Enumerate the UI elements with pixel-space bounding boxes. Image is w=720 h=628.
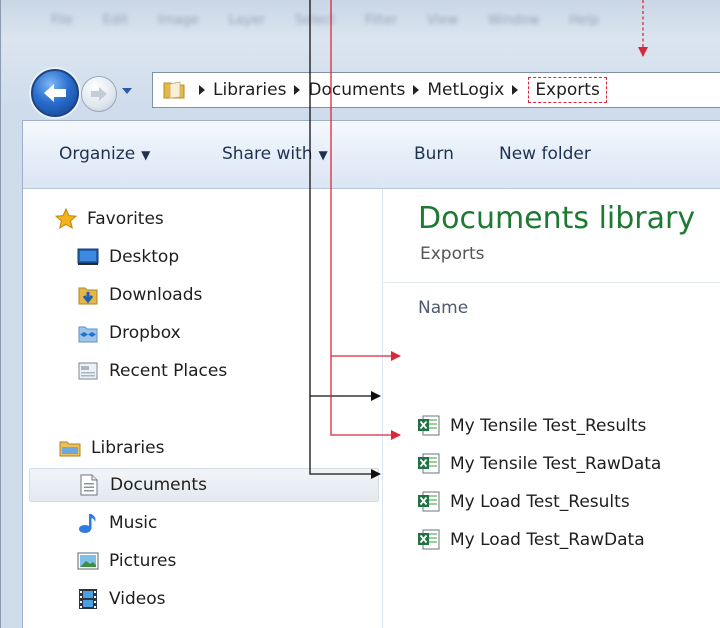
blurred-menu-bar: File Edit Image Layer Select Filter View… <box>31 0 720 40</box>
nav-pictures-label: Pictures <box>109 551 177 571</box>
file-name: My Tensile Test_Results <box>450 416 647 436</box>
folder-icon <box>157 73 191 107</box>
address-bar[interactable]: Libraries Documents MetLogix Exports <box>152 72 720 108</box>
breadcrumb-arrow-icon[interactable] <box>405 73 427 107</box>
file-row[interactable]: My Load Test_RawData <box>417 525 645 555</box>
breadcrumb-exports[interactable]: Exports <box>528 77 607 103</box>
nav-downloads-label: Downloads <box>109 285 203 305</box>
nav-videos[interactable]: Videos <box>77 582 166 616</box>
nav-desktop[interactable]: Desktop <box>77 240 179 274</box>
menu-item: Help <box>569 12 599 28</box>
video-film-icon <box>77 588 99 610</box>
nav-favorites[interactable]: Favorites <box>55 202 164 236</box>
downloads-icon <box>77 284 99 306</box>
organize-label: Organize <box>59 144 136 164</box>
breadcrumb-arrow-icon[interactable] <box>191 73 213 107</box>
excel-file-icon <box>418 415 440 436</box>
column-header-name[interactable]: Name <box>418 298 468 318</box>
organize-button[interactable]: Organize ▼ <box>59 144 150 164</box>
menu-item: File <box>51 12 73 28</box>
navigation-pane: Favorites Desktop Downloads Dropbox Rece… <box>23 189 383 628</box>
breadcrumb-libraries[interactable]: Libraries <box>213 80 286 100</box>
nav-music[interactable]: Music <box>77 506 157 540</box>
nav-music-label: Music <box>109 513 158 533</box>
dropbox-icon <box>77 322 99 344</box>
arrow-left-icon <box>44 84 66 102</box>
content-pane: Documents library Exports Name My Tensil… <box>383 189 720 628</box>
command-bar: Organize ▼ Share with ▼ Burn New folder <box>23 121 720 189</box>
nav-favorites-label: Favorites <box>87 209 164 229</box>
nav-recent-places-label: Recent Places <box>109 361 228 381</box>
menu-item: Select <box>294 12 336 28</box>
caret-down-icon: ▼ <box>141 148 151 162</box>
breadcrumb-arrow-icon[interactable] <box>286 73 308 107</box>
nav-pictures[interactable]: Pictures <box>77 544 176 578</box>
nav-libraries-label: Libraries <box>91 438 165 458</box>
breadcrumb-metlogix[interactable]: MetLogix <box>427 80 504 100</box>
share-with-label: Share with <box>222 144 313 164</box>
menu-item: Layer <box>228 12 265 28</box>
star-icon <box>55 208 77 230</box>
desktop-icon <box>77 246 99 268</box>
menu-item: Filter <box>365 12 398 28</box>
menu-item: Edit <box>102 12 128 28</box>
breadcrumb-documents[interactable]: Documents <box>308 80 405 100</box>
explorer-window: Organize ▼ Share with ▼ Burn New folder Fa… <box>22 120 720 628</box>
nav-documents[interactable]: Documents <box>29 468 379 502</box>
nav-recent-places[interactable]: Recent Places <box>77 354 227 388</box>
menu-item: View <box>427 12 459 28</box>
file-row[interactable]: My Tensile Test_RawData <box>417 449 661 479</box>
file-name: My Load Test_Results <box>450 492 630 512</box>
menu-item: Window <box>488 12 540 28</box>
recent-places-icon <box>77 360 99 382</box>
music-note-icon <box>77 512 99 534</box>
recent-pages-dropdown[interactable] <box>120 84 134 98</box>
excel-file-icon <box>418 529 440 550</box>
library-subtitle: Exports <box>420 244 485 264</box>
library-title: Documents library <box>418 201 696 236</box>
picture-icon <box>77 550 99 572</box>
breadcrumb-arrow-icon[interactable] <box>504 73 526 107</box>
caret-down-icon: ▼ <box>318 148 328 162</box>
nav-documents-label: Documents <box>110 475 207 495</box>
nav-videos-label: Videos <box>109 589 166 609</box>
nav-dropbox[interactable]: Dropbox <box>77 316 181 350</box>
nav-dropbox-label: Dropbox <box>109 323 181 343</box>
document-icon <box>78 474 100 496</box>
file-row[interactable]: My Tensile Test_Results <box>417 411 646 441</box>
menu-item: Image <box>157 12 199 28</box>
file-row[interactable]: My Load Test_Results <box>417 487 630 517</box>
chevron-down-icon <box>122 88 132 94</box>
arrow-right-icon <box>91 87 107 101</box>
forward-button[interactable] <box>81 76 117 112</box>
excel-file-icon <box>418 453 440 474</box>
file-name: My Tensile Test_RawData <box>450 454 662 474</box>
new-folder-button[interactable]: New folder <box>499 144 591 164</box>
header-divider <box>383 282 720 283</box>
nav-desktop-label: Desktop <box>109 247 180 267</box>
back-button[interactable] <box>31 69 79 117</box>
libraries-icon <box>59 437 81 459</box>
burn-button[interactable]: Burn <box>414 144 454 164</box>
nav-downloads[interactable]: Downloads <box>77 278 202 312</box>
file-name: My Load Test_RawData <box>450 530 645 550</box>
nav-libraries[interactable]: Libraries <box>59 431 164 465</box>
share-with-button[interactable]: Share with ▼ <box>222 144 328 164</box>
excel-file-icon <box>418 491 440 512</box>
